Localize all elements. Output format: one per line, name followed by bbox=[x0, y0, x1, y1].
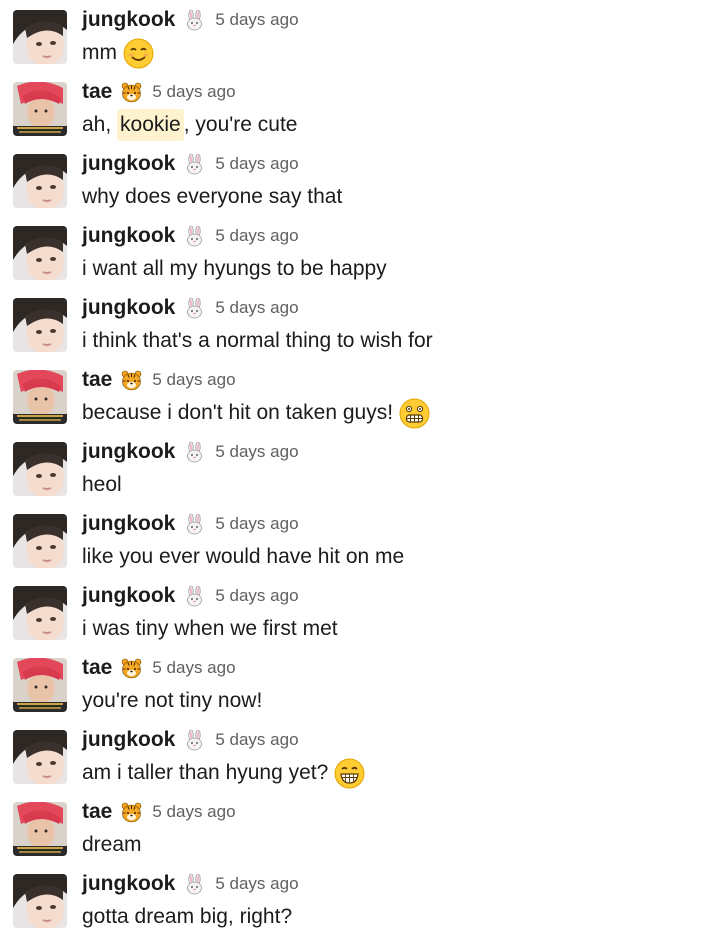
message-text: like you ever would have hit on me bbox=[82, 541, 404, 573]
timestamp[interactable]: 5 days ago bbox=[152, 370, 235, 390]
message-body: i think that's a normal thing to wish fo… bbox=[82, 329, 433, 352]
avatar-jungkook[interactable] bbox=[13, 514, 67, 568]
message: jungkook 5 days ago i was tiny when we f… bbox=[0, 576, 712, 648]
tiger-face-icon bbox=[121, 658, 142, 679]
message: jungkook 5 days ago gotta dream big, rig… bbox=[0, 864, 712, 936]
rabbit-face-icon bbox=[184, 873, 205, 895]
timestamp[interactable]: 5 days ago bbox=[215, 514, 298, 534]
username[interactable]: tae bbox=[82, 368, 112, 392]
username[interactable]: jungkook bbox=[82, 224, 175, 248]
message-body: gotta dream big, right? bbox=[82, 905, 293, 928]
message-text: you're not tiny now! bbox=[82, 685, 262, 717]
message: tae 5 days ago dream bbox=[0, 792, 712, 864]
username[interactable]: tae bbox=[82, 800, 112, 824]
message: jungkook 5 days ago why does everyone sa… bbox=[0, 144, 712, 216]
avatar-jungkook[interactable] bbox=[13, 442, 67, 496]
avatar-jungkook[interactable] bbox=[13, 586, 67, 640]
avatar-jungkook[interactable] bbox=[13, 730, 67, 784]
avatar-jungkook[interactable] bbox=[13, 874, 67, 928]
rabbit-face-icon bbox=[184, 297, 205, 319]
timestamp[interactable]: 5 days ago bbox=[215, 226, 298, 246]
rabbit-face-icon bbox=[184, 9, 205, 31]
message-body: mm bbox=[82, 41, 117, 64]
timestamp[interactable]: 5 days ago bbox=[215, 10, 298, 30]
avatar-tae[interactable] bbox=[13, 802, 67, 856]
timestamp[interactable]: 5 days ago bbox=[215, 730, 298, 750]
timestamp[interactable]: 5 days ago bbox=[215, 298, 298, 318]
message-text: i want all my hyungs to be happy bbox=[82, 253, 387, 285]
rabbit-face-icon bbox=[184, 729, 205, 751]
avatar-jungkook[interactable] bbox=[13, 298, 67, 352]
message-body: i was tiny when we first met bbox=[82, 617, 338, 640]
message-text: mm bbox=[82, 37, 154, 69]
timestamp[interactable]: 5 days ago bbox=[152, 802, 235, 822]
avatar-tae[interactable] bbox=[13, 82, 67, 136]
username[interactable]: jungkook bbox=[82, 512, 175, 536]
smiling-face-icon bbox=[123, 38, 154, 69]
message-text: gotta dream big, right? bbox=[82, 901, 292, 933]
timestamp[interactable]: 5 days ago bbox=[215, 154, 298, 174]
message-text: am i taller than hyung yet? bbox=[82, 757, 365, 789]
rabbit-face-icon bbox=[184, 225, 205, 247]
username[interactable]: jungkook bbox=[82, 584, 175, 608]
username[interactable]: jungkook bbox=[82, 440, 175, 464]
message-text: i was tiny when we first met bbox=[82, 613, 338, 645]
username[interactable]: tae bbox=[82, 80, 112, 104]
message-text: why does everyone say that bbox=[82, 181, 342, 213]
avatar-tae[interactable] bbox=[13, 370, 67, 424]
tiger-face-icon bbox=[121, 370, 142, 391]
message-text: heol bbox=[82, 469, 122, 501]
message-body: heol bbox=[82, 473, 122, 496]
rabbit-face-icon bbox=[184, 441, 205, 463]
username[interactable]: tae bbox=[82, 656, 112, 680]
message-body: like you ever would have hit on me bbox=[82, 545, 405, 568]
tiger-face-icon bbox=[121, 802, 142, 823]
rabbit-face-icon bbox=[184, 585, 205, 607]
message-text: i think that's a normal thing to wish fo… bbox=[82, 325, 433, 357]
timestamp[interactable]: 5 days ago bbox=[215, 442, 298, 462]
grimacing-face-icon bbox=[399, 398, 430, 429]
message-body: why does everyone say that bbox=[82, 185, 343, 208]
rabbit-face-icon bbox=[184, 153, 205, 175]
message: jungkook 5 days ago i want all my hyungs… bbox=[0, 216, 712, 288]
message-body: you're not tiny now! bbox=[82, 689, 263, 712]
message: jungkook 5 days ago am i taller than hyu… bbox=[0, 720, 712, 792]
username[interactable]: jungkook bbox=[82, 872, 175, 896]
username[interactable]: jungkook bbox=[82, 152, 175, 176]
tiger-face-icon bbox=[121, 82, 142, 103]
username[interactable]: jungkook bbox=[82, 296, 175, 320]
message-body: i want all my hyungs to be happy bbox=[82, 257, 387, 280]
message-body-after: , you're cute bbox=[183, 113, 298, 136]
mention-highlight[interactable]: kookie bbox=[117, 109, 184, 141]
message: tae 5 days ago because i don't hit on ta… bbox=[0, 360, 712, 432]
rabbit-face-icon bbox=[184, 513, 205, 535]
grinning-face-icon bbox=[334, 758, 365, 789]
message-text: ah, kookie , you're cute bbox=[82, 109, 297, 141]
message-body: because i don't hit on taken guys! bbox=[82, 401, 394, 424]
timestamp[interactable]: 5 days ago bbox=[215, 874, 298, 894]
timestamp[interactable]: 5 days ago bbox=[152, 82, 235, 102]
message-body: dream bbox=[82, 833, 142, 856]
avatar-tae[interactable] bbox=[13, 658, 67, 712]
avatar-jungkook[interactable] bbox=[13, 154, 67, 208]
message: jungkook 5 days ago mm bbox=[0, 0, 712, 72]
message: tae 5 days ago you're not tiny now! bbox=[0, 648, 712, 720]
message-body: am i taller than hyung yet? bbox=[82, 761, 329, 784]
message-text: because i don't hit on taken guys! bbox=[82, 397, 430, 429]
message-text: dream bbox=[82, 829, 142, 861]
message: jungkook 5 days ago i think that's a nor… bbox=[0, 288, 712, 360]
timestamp[interactable]: 5 days ago bbox=[152, 658, 235, 678]
avatar-jungkook[interactable] bbox=[13, 10, 67, 64]
message: jungkook 5 days ago like you ever would … bbox=[0, 504, 712, 576]
message-body-before: ah, bbox=[82, 113, 118, 136]
avatar-jungkook[interactable] bbox=[13, 226, 67, 280]
message-list: jungkook 5 days ago mm tae 5 days ago ah… bbox=[0, 0, 712, 936]
username[interactable]: jungkook bbox=[82, 728, 175, 752]
timestamp[interactable]: 5 days ago bbox=[215, 586, 298, 606]
message: jungkook 5 days ago heol bbox=[0, 432, 712, 504]
message: tae 5 days ago ah, kookie , you're cute bbox=[0, 72, 712, 144]
username[interactable]: jungkook bbox=[82, 8, 175, 32]
